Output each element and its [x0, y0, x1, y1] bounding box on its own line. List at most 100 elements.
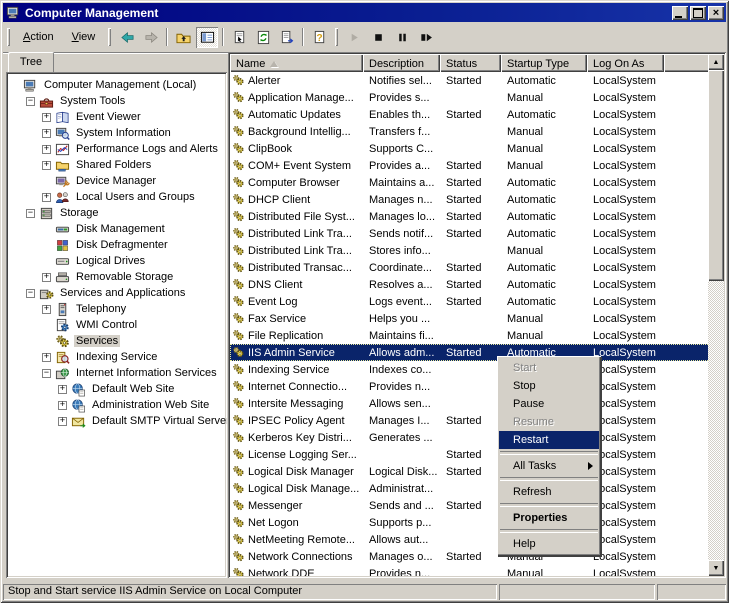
- tree-item-removable-storage[interactable]: +Removable Storage: [8, 269, 225, 285]
- show-hide-console-tree-button[interactable]: [196, 27, 218, 48]
- tree-item-device-manager[interactable]: Device Manager: [8, 173, 225, 189]
- context-menu-item-restart[interactable]: Restart: [499, 431, 599, 449]
- toolbar-gripper[interactable]: [7, 28, 10, 46]
- tree-expander-plus[interactable]: +: [42, 193, 51, 202]
- context-menu-item-refresh[interactable]: Refresh: [499, 483, 599, 501]
- tree-item-disk-defragmenter[interactable]: Disk Defragmenter: [8, 237, 225, 253]
- properties-button[interactable]: [228, 27, 250, 48]
- tree-expander-plus[interactable]: +: [42, 129, 51, 138]
- tree-item-administration-web-site[interactable]: +Administration Web Site: [8, 397, 225, 413]
- close-button[interactable]: ×: [708, 6, 724, 20]
- tree-item-logical-drives[interactable]: Logical Drives: [8, 253, 225, 269]
- column-header-log-on-as[interactable]: Log On As: [587, 54, 664, 72]
- tree-expander-plus[interactable]: +: [58, 385, 67, 394]
- up-one-level-button[interactable]: [172, 27, 194, 48]
- service-row-file-replication[interactable]: File ReplicationMaintains fi...ManualLoc…: [230, 327, 724, 344]
- service-row-logical-disk-manage[interactable]: Logical Disk Manage...Administrat...Loca…: [230, 480, 724, 497]
- tree-expander-plus[interactable]: +: [58, 417, 67, 426]
- maximize-button[interactable]: [690, 6, 706, 20]
- service-row-application-manage[interactable]: Application Manage...Provides s...Manual…: [230, 89, 724, 106]
- service-row-fax-service[interactable]: Fax ServiceHelps you ...ManualLocalSyste…: [230, 310, 724, 327]
- tree-expander-plus[interactable]: +: [42, 161, 51, 170]
- tree-expander-minus[interactable]: −: [26, 289, 35, 298]
- refresh-button[interactable]: [252, 27, 274, 48]
- pause-service-button[interactable]: [391, 27, 413, 48]
- tree-item-system-tools[interactable]: −System Tools: [8, 93, 225, 109]
- service-row-distributed-transac[interactable]: Distributed Transac...Coordinate...Start…: [230, 259, 724, 276]
- service-row-event-log[interactable]: Event LogLogs event...StartedAutomaticLo…: [230, 293, 724, 310]
- restart-service-button[interactable]: [415, 27, 437, 48]
- tree-expander-plus[interactable]: +: [42, 305, 51, 314]
- column-header-name[interactable]: Name: [230, 54, 363, 72]
- scrollbar-thumb[interactable]: [708, 70, 724, 281]
- service-row-dhcp-client[interactable]: DHCP ClientManages n...StartedAutomaticL…: [230, 191, 724, 208]
- service-row-distributed-link-tra[interactable]: Distributed Link Tra...Stores info...Man…: [230, 242, 724, 259]
- service-row-clipbook[interactable]: ClipBookSupports C...ManualLocalSystem: [230, 140, 724, 157]
- tree-expander-minus[interactable]: −: [42, 369, 51, 378]
- tree-item-storage[interactable]: −Storage: [8, 205, 225, 221]
- service-row-com-event-system[interactable]: COM+ Event SystemProvides a...StartedMan…: [230, 157, 724, 174]
- tree-item-event-viewer[interactable]: +Event Viewer: [8, 109, 225, 125]
- service-row-network-dde[interactable]: Network DDEProvides n...ManualLocalSyste…: [230, 565, 724, 576]
- tree-expander-plus[interactable]: +: [42, 273, 51, 282]
- tab-tree[interactable]: Tree: [8, 52, 54, 72]
- service-row-iis-admin-service[interactable]: IIS Admin ServiceAllows adm...StartedAut…: [230, 344, 724, 361]
- tree-item-telephony[interactable]: +Telephony: [8, 301, 225, 317]
- export-list-button[interactable]: [276, 27, 298, 48]
- scroll-down-button[interactable]: ▼: [708, 560, 724, 576]
- tree-item-performance-logs-and-alerts[interactable]: +Performance Logs and Alerts: [8, 141, 225, 157]
- tree-item-services[interactable]: Services: [8, 333, 225, 349]
- service-row-netmeeting-remote[interactable]: NetMeeting Remote...Allows aut...LocalSy…: [230, 531, 724, 548]
- tree-item-internet-information-services[interactable]: −Internet Information Services: [8, 365, 225, 381]
- context-menu-item-properties[interactable]: Properties: [499, 509, 599, 527]
- service-row-distributed-link-tra[interactable]: Distributed Link Tra...Sends notif...Sta…: [230, 225, 724, 242]
- service-row-alerter[interactable]: AlerterNotifies sel...StartedAutomaticLo…: [230, 72, 724, 89]
- tree-item-wmi-control[interactable]: WMI Control: [8, 317, 225, 333]
- toolbar-gripper[interactable]: [335, 28, 338, 46]
- tree-item-indexing-service[interactable]: +Indexing Service: [8, 349, 225, 365]
- tree-item-system-information[interactable]: +System Information: [8, 125, 225, 141]
- service-row-net-logon[interactable]: Net LogonSupports p...LocalSystem: [230, 514, 724, 531]
- context-menu-item-stop[interactable]: Stop: [499, 377, 599, 395]
- tree-item-disk-management[interactable]: Disk Management: [8, 221, 225, 237]
- service-row-ipsec-policy-agent[interactable]: IPSEC Policy AgentManages I...StartedLoc…: [230, 412, 724, 429]
- service-row-indexing-service[interactable]: Indexing ServiceIndexes co...LocalSystem: [230, 361, 724, 378]
- menu-action[interactable]: Action: [14, 28, 63, 46]
- service-row-internet-connectio[interactable]: Internet Connectio...Provides n...LocalS…: [230, 378, 724, 395]
- column-header-startup-type[interactable]: Startup Type: [501, 54, 587, 72]
- service-row-network-connections[interactable]: Network ConnectionsManages o...StartedMa…: [230, 548, 724, 565]
- service-row-distributed-file-syst[interactable]: Distributed File Syst...Manages lo...Sta…: [230, 208, 724, 225]
- column-header-status[interactable]: Status: [440, 54, 501, 72]
- tree-expander-plus[interactable]: +: [42, 145, 51, 154]
- column-header-description[interactable]: Description: [363, 54, 440, 72]
- context-menu-item-help[interactable]: Help: [499, 535, 599, 553]
- menu-view[interactable]: View: [63, 28, 105, 46]
- context-menu-item-pause[interactable]: Pause: [499, 395, 599, 413]
- service-row-computer-browser[interactable]: Computer BrowserMaintains a...StartedAut…: [230, 174, 724, 191]
- context-menu-item-all-tasks[interactable]: All Tasks: [499, 457, 599, 475]
- tree-expander-plus[interactable]: +: [42, 353, 51, 362]
- tree-expander-minus[interactable]: −: [26, 209, 35, 218]
- tree-expander-minus[interactable]: −: [26, 97, 35, 106]
- service-row-automatic-updates[interactable]: Automatic UpdatesEnables th...StartedAut…: [230, 106, 724, 123]
- vertical-scrollbar[interactable]: ▲ ▼: [708, 54, 724, 576]
- tree-item-shared-folders[interactable]: +Shared Folders: [8, 157, 225, 173]
- tree-item-default-smtp-virtual-server[interactable]: +Default SMTP Virtual Server: [8, 413, 225, 429]
- tree-item-services-and-applications[interactable]: −Services and Applications: [8, 285, 225, 301]
- toolbar-gripper[interactable]: [108, 28, 111, 46]
- tree-expander-plus[interactable]: +: [42, 113, 51, 122]
- help-button[interactable]: ?: [308, 27, 330, 48]
- scroll-up-button[interactable]: ▲: [708, 54, 724, 70]
- tree-item-local-users-and-groups[interactable]: +Local Users and Groups: [8, 189, 225, 205]
- stop-service-button[interactable]: [367, 27, 389, 48]
- tree-item-default-web-site[interactable]: +Default Web Site: [8, 381, 225, 397]
- service-row-background-intellig[interactable]: Background Intellig...Transfers f...Manu…: [230, 123, 724, 140]
- service-row-kerberos-key-distri[interactable]: Kerberos Key Distri...Generates ...Local…: [230, 429, 724, 446]
- service-row-messenger[interactable]: MessengerSends and ...StartedLocalSystem: [230, 497, 724, 514]
- service-row-license-logging-ser[interactable]: License Logging Ser...StartedLocalSystem: [230, 446, 724, 463]
- service-row-dns-client[interactable]: DNS ClientResolves a...StartedAutomaticL…: [230, 276, 724, 293]
- service-row-logical-disk-manager[interactable]: Logical Disk ManagerLogical Disk...Start…: [230, 463, 724, 480]
- service-row-intersite-messaging[interactable]: Intersite MessagingAllows sen...LocalSys…: [230, 395, 724, 412]
- back-button[interactable]: [116, 27, 138, 48]
- tree-expander-plus[interactable]: +: [58, 401, 67, 410]
